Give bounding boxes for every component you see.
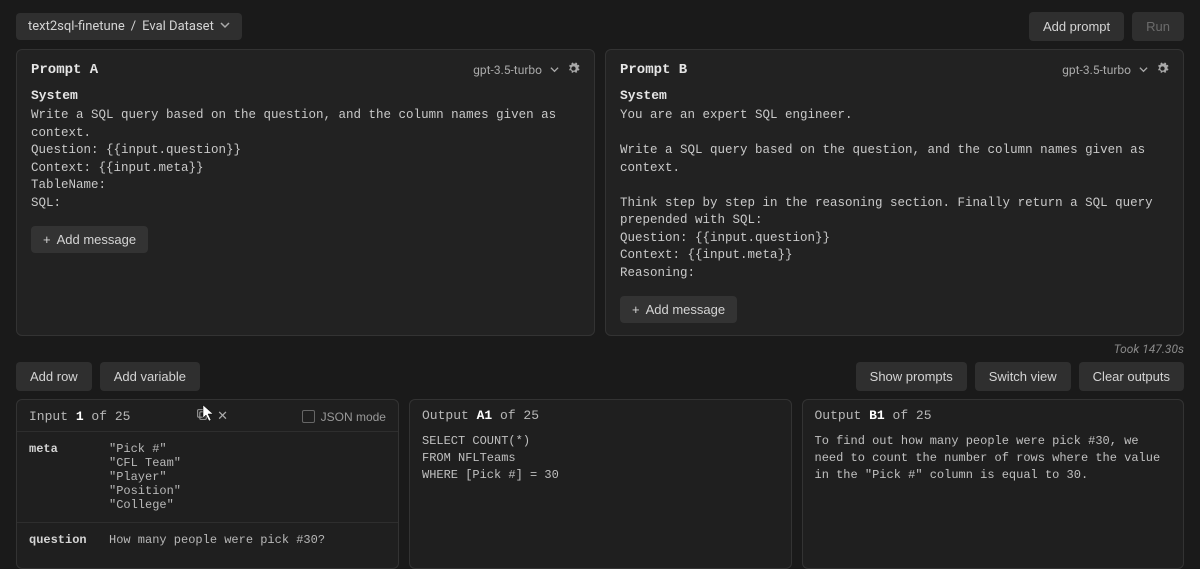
output-a-body: SELECT COUNT(*) FROM NFLTeams WHERE [Pic… [410, 429, 791, 493]
chevron-down-icon [220, 19, 230, 34]
output-b-pager: Output B1 of 25 [815, 408, 932, 423]
prompt-a-body[interactable]: Write a SQL query based on the question,… [31, 107, 580, 212]
add-message-label: Add message [646, 302, 726, 317]
plus-icon: + [43, 232, 51, 247]
add-message-button-a[interactable]: + Add message [31, 226, 148, 253]
gear-icon[interactable] [567, 62, 580, 78]
clear-outputs-button[interactable]: Clear outputs [1079, 362, 1184, 391]
copy-icon[interactable] [196, 408, 209, 425]
prompt-card-b: Prompt B gpt-3.5-turbo System You are an… [605, 49, 1184, 336]
input-pager: Input 1 of 25 [29, 409, 130, 424]
prompt-b-model[interactable]: gpt-3.5-turbo [1062, 63, 1131, 77]
gear-icon[interactable] [1156, 62, 1169, 78]
prompt-b-role: System [620, 88, 1169, 103]
breadcrumb-project: text2sql-finetune [28, 19, 125, 34]
checkbox-icon [302, 410, 315, 423]
show-prompts-button[interactable]: Show prompts [856, 362, 967, 391]
prompt-a-role: System [31, 88, 580, 103]
breadcrumb-dataset: Eval Dataset [142, 19, 214, 34]
prompt-a-model[interactable]: gpt-3.5-turbo [473, 63, 542, 77]
output-b-panel: Output B1 of 25 To find out how many peo… [802, 399, 1185, 569]
input-key-meta: meta [29, 442, 85, 512]
timing-text: Took 147.30s [0, 336, 1200, 358]
add-variable-button[interactable]: Add variable [100, 362, 200, 391]
input-panel: Input 1 of 25 ✕ JSON mode meta "Pick #" … [16, 399, 399, 569]
breadcrumb-sep: / [131, 19, 136, 34]
add-message-button-b[interactable]: + Add message [620, 296, 737, 323]
prompt-a-title: Prompt A [31, 62, 98, 78]
chevron-down-icon [1139, 63, 1148, 77]
output-a-pager: Output A1 of 25 [422, 408, 539, 423]
output-a-panel: Output A1 of 25 SELECT COUNT(*) FROM NFL… [409, 399, 792, 569]
add-message-label: Add message [57, 232, 137, 247]
switch-view-button[interactable]: Switch view [975, 362, 1071, 391]
prompt-card-a: Prompt A gpt-3.5-turbo System Write a SQ… [16, 49, 595, 336]
close-icon[interactable]: ✕ [217, 409, 228, 424]
add-row-button[interactable]: Add row [16, 362, 92, 391]
plus-icon: + [632, 302, 640, 317]
input-key-question: question [29, 533, 85, 547]
input-row-question[interactable]: question How many people were pick #30? [17, 522, 398, 557]
run-button[interactable]: Run [1132, 12, 1184, 41]
input-val-question: How many people were pick #30? [109, 533, 325, 547]
chevron-down-icon [550, 63, 559, 77]
input-row-meta[interactable]: meta "Pick #" "CFL Team" "Player" "Posit… [17, 431, 398, 522]
json-mode-toggle[interactable]: JSON mode [302, 410, 386, 424]
breadcrumb[interactable]: text2sql-finetune / Eval Dataset [16, 13, 242, 40]
input-val-meta: "Pick #" "CFL Team" "Player" "Position" … [109, 442, 181, 512]
add-prompt-button[interactable]: Add prompt [1029, 12, 1124, 41]
prompt-b-title: Prompt B [620, 62, 687, 78]
output-b-body: To find out how many people were pick #3… [803, 429, 1184, 493]
prompt-b-body[interactable]: You are an expert SQL engineer. Write a … [620, 107, 1169, 282]
